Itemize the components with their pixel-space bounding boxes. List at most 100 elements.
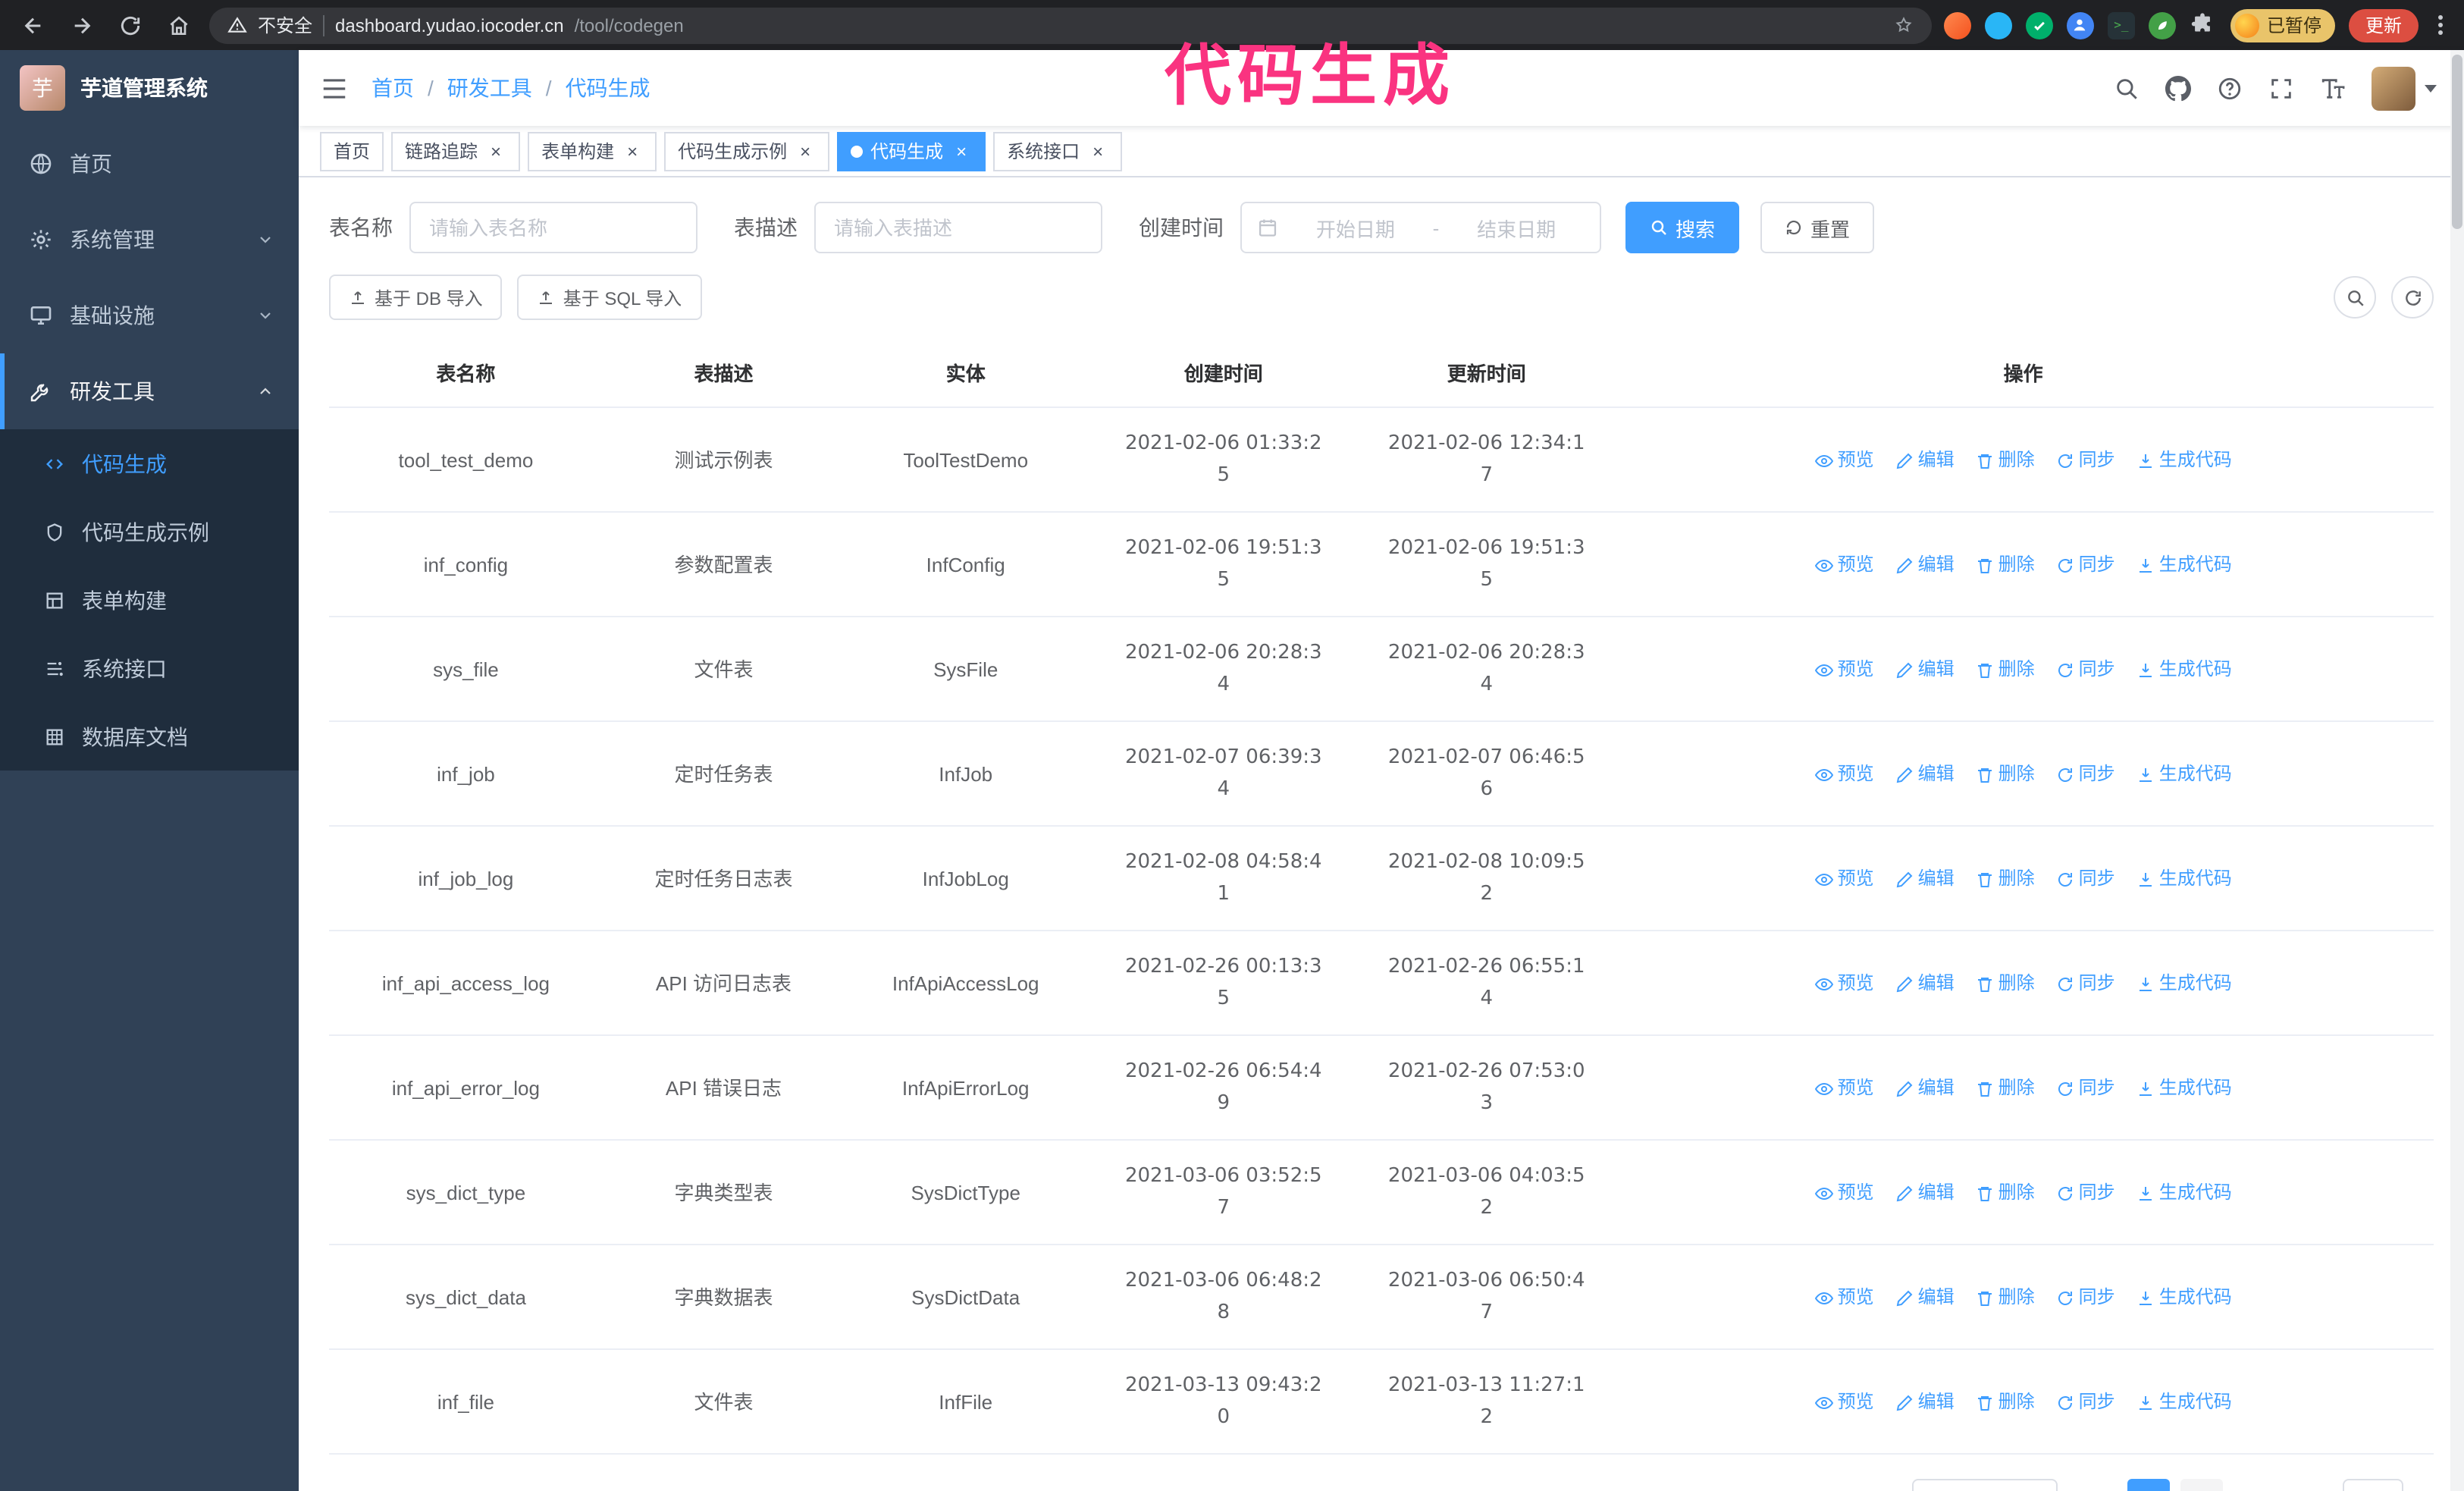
back-icon[interactable]: [15, 7, 52, 43]
action-eye[interactable]: 预览: [1814, 863, 1874, 895]
scrollbar[interactable]: [2450, 50, 2464, 1491]
profile-chip[interactable]: 已暂停: [2230, 8, 2335, 42]
action-eye[interactable]: 预览: [1814, 758, 1874, 790]
close-icon[interactable]: ×: [795, 140, 816, 162]
tab-codegen[interactable]: 代码生成 ×: [837, 131, 986, 171]
action-generate[interactable]: 生成代码: [2136, 863, 2232, 895]
action-generate[interactable]: 生成代码: [2136, 1282, 2232, 1314]
page-size-select[interactable]: 10条/页: [1911, 1479, 2058, 1491]
action-generate[interactable]: 生成代码: [2136, 549, 2232, 581]
sidebar-item-codegen-example[interactable]: 代码生成示例: [0, 498, 299, 566]
action-edit[interactable]: 编辑: [1895, 1282, 1955, 1314]
font-size-icon[interactable]: [2320, 75, 2346, 101]
action-generate[interactable]: 生成代码: [2136, 654, 2232, 686]
search-button[interactable]: 搜索: [1625, 202, 1740, 253]
reload-icon[interactable]: [112, 7, 149, 43]
table-desc-input[interactable]: [814, 202, 1102, 253]
tab-trace[interactable]: 链路追踪 ×: [391, 131, 521, 171]
action-eye[interactable]: 预览: [1814, 654, 1874, 686]
action-sync[interactable]: 同步: [2056, 968, 2115, 1000]
action-eye[interactable]: 预览: [1814, 1386, 1874, 1418]
toggle-search-button[interactable]: [2334, 276, 2376, 319]
action-edit[interactable]: 编辑: [1895, 549, 1955, 581]
breadcrumb-home[interactable]: 首页: [371, 73, 414, 103]
bookmark-star-icon[interactable]: [1894, 15, 1914, 35]
action-sync[interactable]: 同步: [2056, 1177, 2115, 1209]
action-delete[interactable]: 删除: [1976, 968, 2035, 1000]
action-sync[interactable]: 同步: [2056, 1282, 2115, 1314]
github-icon[interactable]: [2165, 75, 2191, 101]
tab-system-api[interactable]: 系统接口 ×: [993, 131, 1123, 171]
goto-page-input[interactable]: [2342, 1479, 2403, 1491]
action-edit[interactable]: 编辑: [1895, 863, 1955, 895]
extension-icon-green[interactable]: [2148, 11, 2176, 39]
extension-icon-orange[interactable]: [1943, 11, 1971, 39]
page-button-1[interactable]: 1: [2127, 1479, 2170, 1491]
action-generate[interactable]: 生成代码: [2136, 758, 2232, 790]
reset-button[interactable]: 重置: [1760, 202, 1875, 253]
action-edit[interactable]: 编辑: [1895, 654, 1955, 686]
update-button[interactable]: 更新: [2348, 8, 2419, 42]
import-db-button[interactable]: 基于 DB 导入: [329, 275, 503, 320]
action-eye[interactable]: 预览: [1814, 549, 1874, 581]
prev-page-button[interactable]: ‹: [2074, 1479, 2117, 1491]
extension-icon-blue[interactable]: [1984, 11, 2012, 39]
sidebar-item-infrastructure[interactable]: 基础设施: [0, 278, 299, 353]
action-edit[interactable]: 编辑: [1895, 1072, 1955, 1104]
hamburger-icon[interactable]: [320, 74, 349, 102]
sidebar-item-form-builder[interactable]: 表单构建: [0, 566, 299, 634]
tab-form-builder[interactable]: 表单构建 ×: [528, 131, 657, 171]
action-delete[interactable]: 删除: [1976, 444, 2035, 476]
action-generate[interactable]: 生成代码: [2136, 968, 2232, 1000]
sidebar-item-system[interactable]: 系统管理: [0, 202, 299, 278]
close-icon[interactable]: ×: [485, 140, 506, 162]
action-delete[interactable]: 删除: [1976, 1072, 2035, 1104]
action-sync[interactable]: 同步: [2056, 758, 2115, 790]
sidebar-item-devtools[interactable]: 研发工具: [0, 353, 299, 429]
sidebar-item-codegen[interactable]: 代码生成: [0, 429, 299, 498]
action-edit[interactable]: 编辑: [1895, 1177, 1955, 1209]
help-icon[interactable]: [2217, 75, 2243, 101]
action-delete[interactable]: 删除: [1976, 863, 2035, 895]
user-menu[interactable]: [2372, 66, 2437, 110]
extension-icon-green-check[interactable]: [2025, 11, 2053, 39]
forward-icon[interactable]: [64, 7, 100, 43]
tab-home[interactable]: 首页: [320, 131, 384, 171]
action-eye[interactable]: 预览: [1814, 1282, 1874, 1314]
action-generate[interactable]: 生成代码: [2136, 1386, 2232, 1418]
extension-icon-people[interactable]: [2066, 11, 2094, 39]
action-eye[interactable]: 预览: [1814, 1177, 1874, 1209]
action-eye[interactable]: 预览: [1814, 444, 1874, 476]
action-delete[interactable]: 删除: [1976, 1177, 2035, 1209]
action-edit[interactable]: 编辑: [1895, 1386, 1955, 1418]
action-edit[interactable]: 编辑: [1895, 968, 1955, 1000]
close-icon[interactable]: ×: [951, 140, 972, 162]
next-page-button[interactable]: ›: [2234, 1479, 2276, 1491]
action-edit[interactable]: 编辑: [1895, 758, 1955, 790]
action-edit[interactable]: 编辑: [1895, 444, 1955, 476]
action-delete[interactable]: 删除: [1976, 549, 2035, 581]
sidebar-item-home[interactable]: 首页: [0, 126, 299, 202]
sidebar-item-system-api[interactable]: 系统接口: [0, 634, 299, 702]
action-delete[interactable]: 删除: [1976, 758, 2035, 790]
action-sync[interactable]: 同步: [2056, 549, 2115, 581]
action-eye[interactable]: 预览: [1814, 968, 1874, 1000]
sidebar-item-db-doc[interactable]: 数据库文档: [0, 702, 299, 771]
action-eye[interactable]: 预览: [1814, 1072, 1874, 1104]
action-sync[interactable]: 同步: [2056, 444, 2115, 476]
extension-icon-terminal[interactable]: >_: [2107, 11, 2135, 39]
home-button-icon[interactable]: [161, 7, 197, 43]
fullscreen-icon[interactable]: [2268, 75, 2294, 101]
action-delete[interactable]: 删除: [1976, 1282, 2035, 1314]
address-bar[interactable]: 不安全 dashboard.yudao.iocoder.cn /tool/cod…: [209, 7, 1932, 43]
table-name-input[interactable]: [409, 202, 698, 253]
date-range-picker[interactable]: 开始日期 - 结束日期: [1240, 202, 1601, 253]
puzzle-icon[interactable]: [2190, 11, 2217, 39]
action-sync[interactable]: 同步: [2056, 654, 2115, 686]
tab-codegen-example[interactable]: 代码生成示例 ×: [664, 131, 830, 171]
search-icon[interactable]: [2114, 75, 2140, 101]
breadcrumb-devtools[interactable]: 研发工具: [447, 73, 532, 103]
action-delete[interactable]: 删除: [1976, 1386, 2035, 1418]
close-icon[interactable]: ×: [622, 140, 643, 162]
close-icon[interactable]: ×: [1087, 140, 1108, 162]
